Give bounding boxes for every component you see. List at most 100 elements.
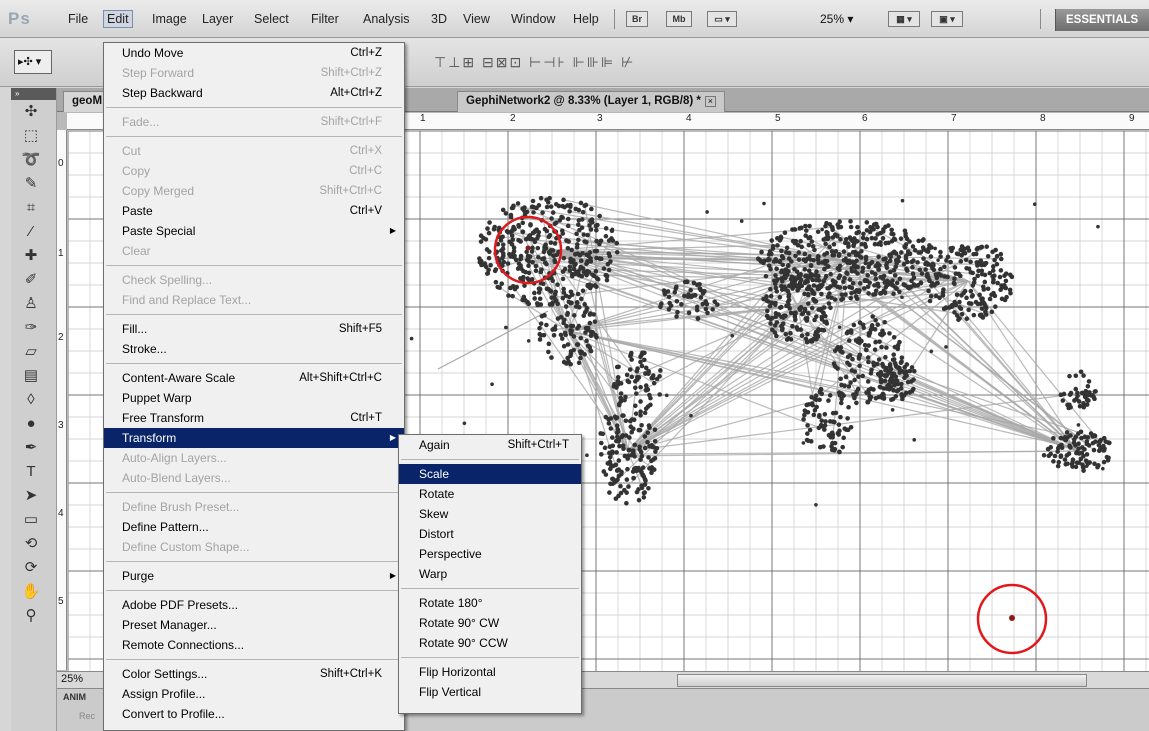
- menu-item-shortcut: Shift+Ctrl+F: [320, 116, 382, 128]
- edit-menu: Undo Move Ctrl+Z Step Forward Shift+Ctrl+Z S…: [103, 42, 405, 731]
- edit-menu-item-transform[interactable]: Transform ▶: [104, 428, 404, 448]
- dodge-icon[interactable]: ●: [17, 412, 45, 436]
- marquee-icon[interactable]: ⬚: [17, 124, 45, 148]
- close-icon[interactable]: ×: [704, 96, 716, 107]
- menu-3d[interactable]: 3D: [431, 12, 447, 26]
- transform-menu-item-perspective[interactable]: Perspective: [399, 544, 581, 564]
- healing-brush-icon[interactable]: ✚: [17, 244, 45, 268]
- edit-menu-item-puppet-warp[interactable]: Puppet Warp: [104, 388, 404, 408]
- vertical-ruler[interactable]: 0 1 2 3 4 5: [57, 130, 67, 670]
- transform-menu-item-skew[interactable]: Skew: [399, 504, 581, 524]
- menu-view[interactable]: View: [463, 12, 490, 26]
- ruler-v-label: 3: [58, 420, 64, 431]
- edit-menu-item-paste[interactable]: Paste Ctrl+V: [104, 201, 404, 221]
- animation-panel-tab[interactable]: ANIM: [63, 692, 86, 702]
- menu-select[interactable]: Select: [254, 12, 289, 26]
- menu-edit[interactable]: Edit: [103, 10, 133, 28]
- bridge-button[interactable]: Br: [626, 11, 648, 27]
- menu-item-label: Define Brush Preset...: [122, 500, 240, 514]
- clone-stamp-icon[interactable]: ♙: [17, 292, 45, 316]
- menu-analysis[interactable]: Analysis: [363, 12, 410, 26]
- brush-icon[interactable]: ✐: [17, 268, 45, 292]
- horizontal-scrollbar[interactable]: [677, 674, 1087, 687]
- pen-icon[interactable]: ✒: [17, 436, 45, 460]
- menu-separator: [106, 265, 402, 266]
- path-select-icon[interactable]: ➤: [17, 484, 45, 508]
- type-icon[interactable]: T: [17, 460, 45, 484]
- menu-item-shortcut: Shift+Ctrl+Z: [320, 67, 382, 79]
- eraser-icon[interactable]: ▱: [17, 340, 45, 364]
- move-icon[interactable]: ✣: [17, 100, 45, 124]
- menu-filter[interactable]: Filter: [311, 12, 339, 26]
- transform-menu-item-distort[interactable]: Distort: [399, 524, 581, 544]
- arrange-documents-icon[interactable]: ▦ ▾: [888, 11, 920, 27]
- transform-menu-item-flip-horizontal[interactable]: Flip Horizontal: [399, 662, 581, 682]
- zoom-icon[interactable]: ⚲: [17, 604, 45, 628]
- transform-menu-item-rotate-90-cw[interactable]: Rotate 90° CW: [399, 613, 581, 633]
- edit-menu-item-preset-manager[interactable]: Preset Manager...: [104, 615, 404, 635]
- menu-separator: [106, 590, 402, 591]
- menu-item-label: Copy Merged: [122, 184, 195, 198]
- edit-menu-item-adobe-pdf-presets[interactable]: Adobe PDF Presets...: [104, 595, 404, 615]
- edit-menu-item-convert-to-profile[interactable]: Convert to Profile...: [104, 704, 404, 724]
- lasso-icon[interactable]: ➰: [17, 148, 45, 172]
- tab-gephinetwork[interactable]: GephiNetwork2 @ 8.33% (Layer 1, RGB/8) *…: [457, 91, 725, 112]
- menu-image[interactable]: Image: [152, 12, 187, 26]
- shape-icon[interactable]: ▭: [17, 508, 45, 532]
- edit-menu-item-auto-blend-layers: Auto-Blend Layers...: [104, 468, 404, 488]
- crop-icon[interactable]: ⌗: [17, 196, 45, 220]
- toolbox-collapse-icon[interactable]: »: [11, 88, 56, 100]
- menu-item-label: Rotate 180°: [419, 596, 483, 610]
- menu-separator: [106, 363, 402, 364]
- transform-menu-item-flip-vertical[interactable]: Flip Vertical: [399, 682, 581, 702]
- edit-menu-item-step-backward[interactable]: Step Backward Alt+Ctrl+Z: [104, 83, 404, 103]
- align-distribute-icons[interactable]: ⊤⊥⊞ ⊟⊠⊡ ⊢⊣⊦ ⊩⊪⊫ ⊬: [434, 54, 635, 71]
- screen-mode-icon[interactable]: ▭ ▾: [707, 11, 737, 27]
- zoom-select[interactable]: 25% ▾: [820, 12, 853, 26]
- transform-menu-item-warp[interactable]: Warp: [399, 564, 581, 584]
- edit-menu-item-define-pattern[interactable]: Define Pattern...: [104, 517, 404, 537]
- gradient-icon[interactable]: ▤: [17, 364, 45, 388]
- edit-menu-item-assign-profile[interactable]: Assign Profile...: [104, 684, 404, 704]
- menu-item-label: Rotate: [419, 487, 455, 501]
- hand-icon[interactable]: ✋: [17, 580, 45, 604]
- transform-menu-item-rotate-180[interactable]: Rotate 180°: [399, 593, 581, 613]
- eyedropper-icon[interactable]: ⁄: [17, 220, 45, 244]
- menu-item-shortcut: Ctrl+T: [350, 412, 382, 424]
- menu-separator: [106, 492, 402, 493]
- edit-menu-item-purge[interactable]: Purge ▶: [104, 566, 404, 586]
- transform-menu-item-scale[interactable]: Scale: [399, 464, 581, 484]
- menu-file[interactable]: File: [68, 12, 88, 26]
- edit-menu-item-stroke[interactable]: Stroke...: [104, 339, 404, 359]
- mini-bridge-button[interactable]: Mb: [666, 11, 692, 27]
- menu-window[interactable]: Window: [511, 12, 555, 26]
- menu-separator: [106, 659, 402, 660]
- menu-layer[interactable]: Layer: [202, 12, 233, 26]
- tool-preset-picker[interactable]: ▸✣ ▾: [14, 50, 52, 74]
- history-brush-icon[interactable]: ✑: [17, 316, 45, 340]
- quick-select-icon[interactable]: ✎: [17, 172, 45, 196]
- edit-menu-item-undo-move[interactable]: Undo Move Ctrl+Z: [104, 43, 404, 63]
- 3d-rotate-icon[interactable]: ⟲: [17, 532, 45, 556]
- edit-menu-item-remote-connections[interactable]: Remote Connections...: [104, 635, 404, 655]
- menu-item-shortcut: Shift+Ctrl+C: [319, 185, 382, 197]
- 3d-orbit-icon[interactable]: ⟳: [17, 556, 45, 580]
- menu-item-label: Assign Profile...: [122, 687, 206, 701]
- edit-menu-item-free-transform[interactable]: Free Transform Ctrl+T: [104, 408, 404, 428]
- menu-item-label: Transform: [122, 431, 177, 445]
- edit-menu-item-content-aware-scale[interactable]: Content-Aware Scale Alt+Shift+Ctrl+C: [104, 368, 404, 388]
- edit-menu-item-fill[interactable]: Fill... Shift+F5: [104, 319, 404, 339]
- tab-geomap-label: geoM: [72, 95, 103, 107]
- edit-menu-item-color-settings[interactable]: Color Settings... Shift+Ctrl+K: [104, 664, 404, 684]
- edit-menu-item-fade: Fade... Shift+Ctrl+F: [104, 112, 404, 132]
- edit-menu-item-paste-special[interactable]: Paste Special ▶: [104, 221, 404, 241]
- transform-menu-item-rotate-90-ccw[interactable]: Rotate 90° CCW: [399, 633, 581, 653]
- transform-menu-item-rotate[interactable]: Rotate: [399, 484, 581, 504]
- menu-help[interactable]: Help: [573, 12, 599, 26]
- zoom-status[interactable]: 25%: [61, 673, 83, 685]
- transform-menu-item-again[interactable]: Again Shift+Ctrl+T: [399, 435, 581, 455]
- blur-icon[interactable]: ◊: [17, 388, 45, 412]
- workspace-switcher[interactable]: ESSENTIALS: [1055, 9, 1149, 31]
- edit-menu-item-step-forward: Step Forward Shift+Ctrl+Z: [104, 63, 404, 83]
- screen-layout-icon[interactable]: ▣ ▾: [931, 11, 963, 27]
